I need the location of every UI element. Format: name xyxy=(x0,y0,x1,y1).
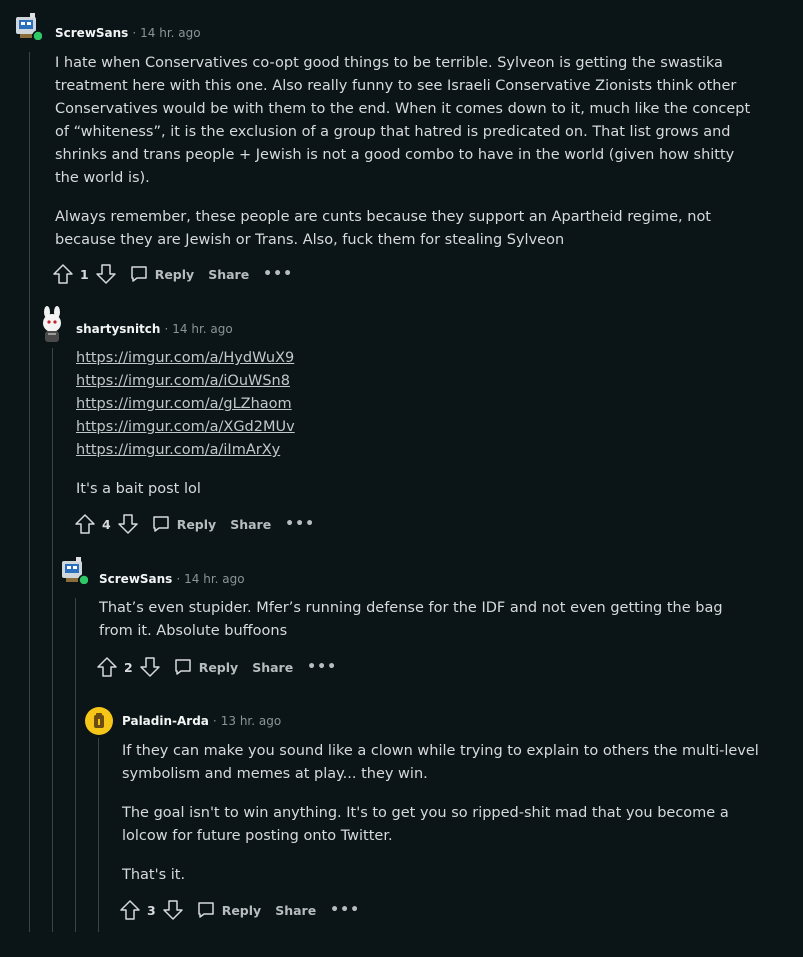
thread-line[interactable] xyxy=(52,348,53,932)
comment-body: I hate when Conservatives co-opt good th… xyxy=(55,52,755,268)
downvote-icon[interactable] xyxy=(117,513,139,535)
author-name[interactable]: ScrewSans xyxy=(99,572,172,586)
downvote-icon[interactable] xyxy=(95,263,117,285)
comment-actions: 3 Reply Share ••• xyxy=(119,898,360,922)
avatar[interactable] xyxy=(84,706,114,736)
reply-button[interactable]: Reply xyxy=(196,900,261,920)
comment-header: shartysnitch · 14 hr. ago xyxy=(76,319,233,339)
more-options-button[interactable]: ••• xyxy=(330,902,360,918)
timestamp[interactable]: 14 hr. ago xyxy=(140,26,200,40)
vote-score: 3 xyxy=(147,902,156,918)
comment-paragraph: It's a bait post lol xyxy=(76,481,201,497)
comment-actions: 2 Reply Share ••• xyxy=(96,655,337,679)
share-button[interactable]: Share xyxy=(275,903,316,918)
more-options-button[interactable]: ••• xyxy=(263,266,293,282)
comment-body: If they can make you sound like a clown … xyxy=(122,740,762,903)
comment-icon xyxy=(130,266,147,282)
share-button[interactable]: Share xyxy=(230,517,271,532)
author-name[interactable]: shartysnitch xyxy=(76,322,160,336)
upvote-icon[interactable] xyxy=(52,263,74,285)
upvote-icon[interactable] xyxy=(119,899,141,921)
comment-actions: 4 Reply Share ••• xyxy=(74,512,315,536)
upvote-icon[interactable] xyxy=(96,656,118,678)
vote-score: 4 xyxy=(102,516,111,532)
more-options-button[interactable]: ••• xyxy=(307,659,337,675)
upvote-icon[interactable] xyxy=(74,513,96,535)
share-label: Share xyxy=(252,659,294,675)
share-button[interactable]: Share xyxy=(208,267,249,282)
vote-score: 2 xyxy=(124,659,133,675)
author-name[interactable]: ScrewSans xyxy=(55,26,128,40)
comment-body: That’s even stupider. Mfer’s running def… xyxy=(99,597,759,659)
reply-button[interactable]: Reply xyxy=(173,657,238,677)
timestamp[interactable]: 13 hr. ago xyxy=(221,714,281,728)
link[interactable]: https://imgur.com/a/gLZhaom xyxy=(76,393,756,416)
comment-paragraph: Always remember, these people are cunts … xyxy=(55,209,711,248)
avatar[interactable] xyxy=(37,306,67,344)
link[interactable]: https://imgur.com/a/iOuWSn8 xyxy=(76,370,756,393)
comment-paragraph: If they can make you sound like a clown … xyxy=(122,743,759,782)
reply-button[interactable]: Reply xyxy=(129,264,194,284)
comment-icon xyxy=(152,516,169,532)
reply-button[interactable]: Reply xyxy=(151,514,216,534)
thread-line[interactable] xyxy=(98,738,99,932)
author-name[interactable]: Paladin-Arda xyxy=(122,714,209,728)
comment-paragraph: That's it. xyxy=(122,867,186,883)
comment-header: ScrewSans · 14 hr. ago xyxy=(55,23,201,43)
separator-dot: · xyxy=(176,572,181,586)
comment-actions: 1 Reply Share ••• xyxy=(52,262,293,286)
share-label: Share xyxy=(208,266,250,282)
more-options-button[interactable]: ••• xyxy=(285,516,315,532)
comment-paragraph: The goal isn't to win anything. It's to … xyxy=(122,805,729,844)
reply-label: Reply xyxy=(176,516,217,532)
comment-header: ScrewSans · 14 hr. ago xyxy=(99,569,245,589)
separator-dot: · xyxy=(164,322,169,336)
timestamp[interactable]: 14 hr. ago xyxy=(172,322,232,336)
avatar[interactable] xyxy=(60,556,88,584)
thread-line[interactable] xyxy=(75,598,76,932)
reply-label: Reply xyxy=(221,902,262,918)
timestamp[interactable]: 14 hr. ago xyxy=(184,572,244,586)
comment-icon xyxy=(174,659,191,675)
comment-paragraph: I hate when Conservatives co-opt good th… xyxy=(55,55,751,186)
link[interactable]: https://imgur.com/a/HydWuX9 xyxy=(76,347,756,370)
comment-header: Paladin-Arda · 13 hr. ago xyxy=(122,711,281,731)
separator-dot: · xyxy=(132,26,137,40)
share-button[interactable]: Share xyxy=(252,660,293,675)
thread-line[interactable] xyxy=(29,52,30,932)
avatar[interactable] xyxy=(14,12,42,40)
reply-label: Reply xyxy=(198,659,239,675)
downvote-icon[interactable] xyxy=(162,899,184,921)
share-label: Share xyxy=(275,902,317,918)
link[interactable]: https://imgur.com/a/XGd2MUv xyxy=(76,416,756,439)
downvote-icon[interactable] xyxy=(139,656,161,678)
vote-score: 1 xyxy=(80,266,89,282)
comment-icon xyxy=(197,902,214,918)
link[interactable]: https://imgur.com/a/iImArXy xyxy=(76,439,756,462)
reply-label: Reply xyxy=(154,266,195,282)
comment-paragraph: That’s even stupider. Mfer’s running def… xyxy=(99,600,723,639)
separator-dot: · xyxy=(212,714,217,728)
share-label: Share xyxy=(230,516,272,532)
comment-body: https://imgur.com/a/HydWuX9 https://imgu… xyxy=(76,347,756,517)
